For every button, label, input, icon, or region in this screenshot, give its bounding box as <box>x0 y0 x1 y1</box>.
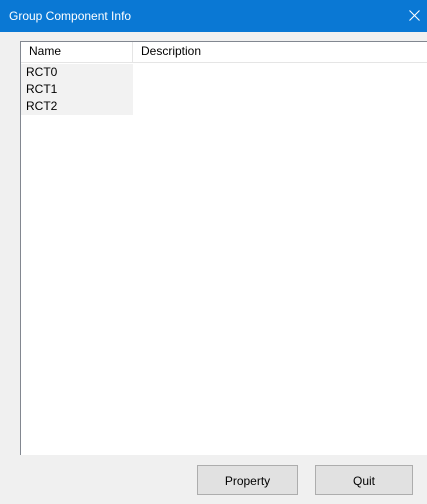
row-name: RCT2 <box>21 98 133 115</box>
quit-button[interactable]: Quit <box>315 465 413 495</box>
list-header: Name Description <box>21 42 427 63</box>
column-header-name[interactable]: Name <box>21 42 133 62</box>
row-name: RCT1 <box>21 81 133 98</box>
component-list[interactable]: Name Description RCT0 RCT1 RCT2 <box>20 41 427 455</box>
row-name: RCT0 <box>21 64 133 81</box>
list-row[interactable]: RCT1 <box>21 81 427 98</box>
row-description <box>133 98 427 115</box>
close-icon <box>409 10 420 21</box>
property-button[interactable]: Property <box>197 465 298 495</box>
close-button[interactable] <box>397 0 427 32</box>
group-component-info-dialog: Group Component Info Name Description RC… <box>0 0 427 504</box>
list-body: RCT0 RCT1 RCT2 <box>21 64 427 115</box>
row-description <box>133 81 427 98</box>
window-title: Group Component Info <box>9 9 132 23</box>
column-header-description[interactable]: Description <box>133 42 427 62</box>
title-bar: Group Component Info <box>0 0 427 32</box>
list-row[interactable]: RCT2 <box>21 98 427 115</box>
row-description <box>133 64 427 81</box>
list-row[interactable]: RCT0 <box>21 64 427 81</box>
